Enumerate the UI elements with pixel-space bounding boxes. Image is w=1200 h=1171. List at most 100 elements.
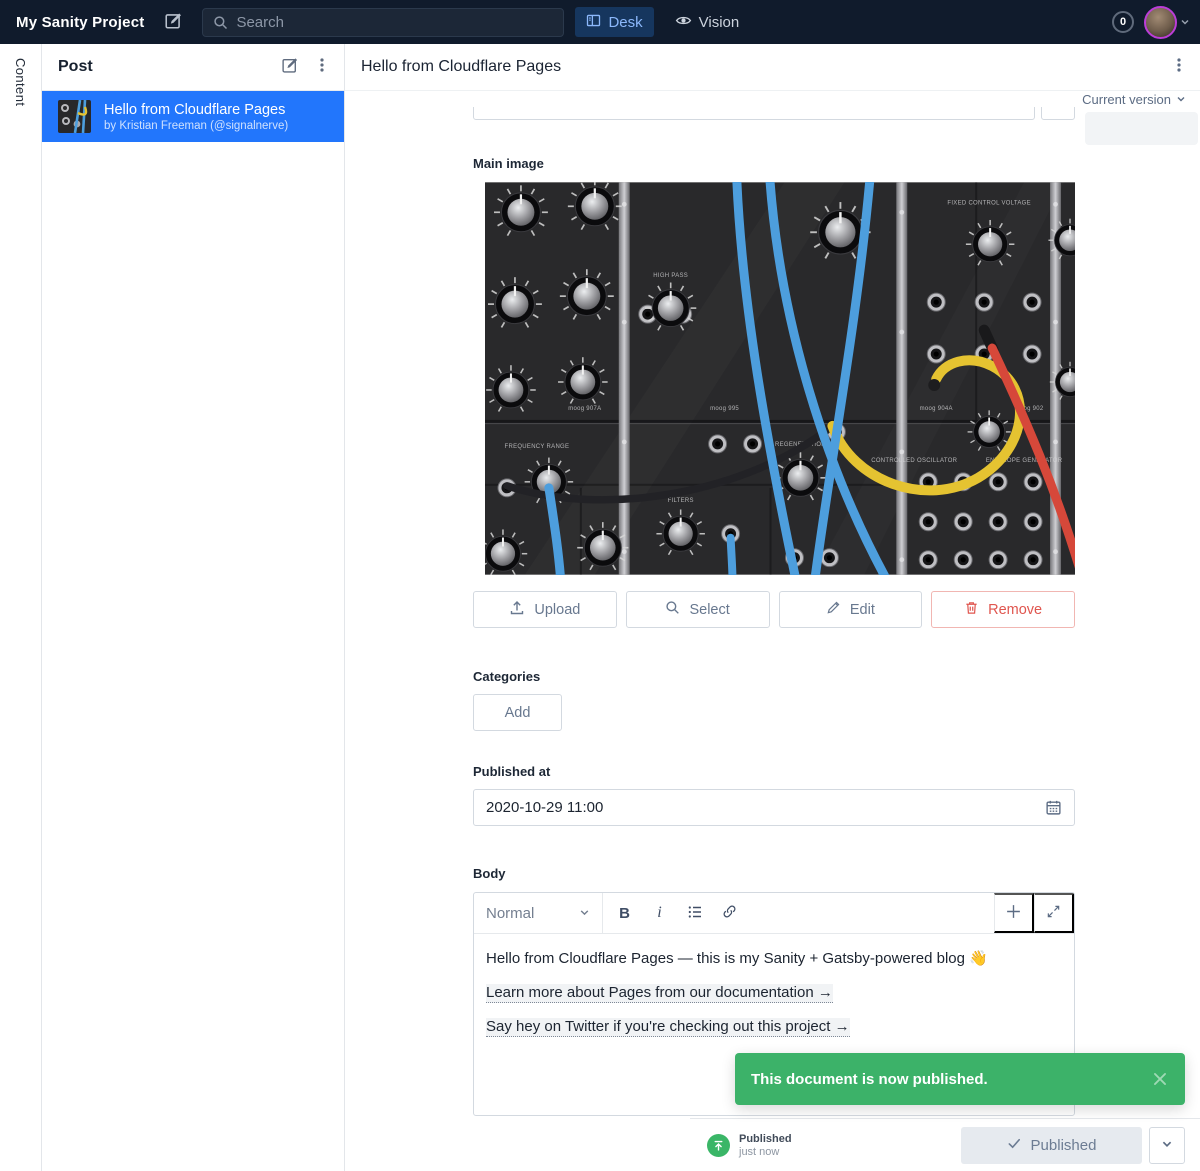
new-document-button[interactable] xyxy=(164,11,183,33)
body-link[interactable]: Say hey on Twitter if you're checking ou… xyxy=(486,1018,850,1037)
published-at-input[interactable] xyxy=(473,789,1075,826)
clipped-text-input[interactable] xyxy=(473,107,1035,120)
svg-text:FREQUENCY RANGE: FREQUENCY RANGE xyxy=(505,444,570,450)
main-image[interactable]: HIGH PASS FIXED CONTROL VOLTAGE moog 907A m… xyxy=(485,182,1075,575)
body-label: Body xyxy=(473,866,1075,881)
document-menu-dots-icon[interactable] xyxy=(1172,57,1186,78)
clipped-field-button[interactable] xyxy=(1041,107,1075,120)
trash-icon xyxy=(964,600,979,619)
notification-badge[interactable]: 0 xyxy=(1112,11,1134,33)
svg-text:CONTROLLED OSCILLATOR: CONTROLLED OSCILLATOR xyxy=(871,458,957,464)
tab-desk[interactable]: Desk xyxy=(575,7,653,37)
toolbar-spacer xyxy=(747,893,994,933)
remove-button[interactable]: Remove xyxy=(931,591,1075,628)
bullet-list-icon xyxy=(687,904,703,923)
clipped-field-row xyxy=(473,107,1075,120)
publish-menu-button[interactable] xyxy=(1149,1127,1185,1164)
italic-button[interactable]: i xyxy=(642,893,677,934)
main-image-label: Main image xyxy=(473,156,1075,171)
document-header: Hello from Cloudflare Pages xyxy=(345,44,1200,91)
block-style-select[interactable]: Normal xyxy=(474,893,603,933)
editor-content[interactable]: Hello from Cloudflare Pages — this is my… xyxy=(474,934,1074,1051)
publish-button[interactable]: Published xyxy=(961,1127,1142,1164)
chevron-down-icon xyxy=(579,905,590,922)
post-list-panel: Post Hello from Cloudflare Pages by Kris… xyxy=(42,44,345,1171)
tab-desk-label: Desk xyxy=(608,14,642,31)
edit-label: Edit xyxy=(850,602,875,618)
compose-icon[interactable] xyxy=(281,56,299,79)
svg-text:FIXED CONTROL VOLTAGE: FIXED CONTROL VOLTAGE xyxy=(947,200,1030,206)
svg-text:moog 904A: moog 904A xyxy=(920,406,953,412)
toast-published: This document is now published. xyxy=(735,1053,1185,1105)
editor-toolbar: Normal B i xyxy=(474,893,1074,934)
document-title: Hello from Cloudflare Pages xyxy=(361,58,1172,76)
content-rail-label[interactable]: Content xyxy=(13,58,28,1171)
published-at-field[interactable] xyxy=(486,799,1045,816)
close-icon[interactable] xyxy=(1151,1070,1169,1088)
sanity-studio: My Sanity Project Desk Vision 0 xyxy=(0,0,1200,1171)
body-paragraph: Learn more about Pages from our document… xyxy=(486,982,1062,1004)
bold-button[interactable]: B xyxy=(607,893,642,934)
search-input[interactable] xyxy=(202,8,564,37)
desk-icon xyxy=(586,13,601,32)
svg-text:FILTERS: FILTERS xyxy=(668,498,694,504)
publish-meta: Published just now xyxy=(739,1133,792,1158)
search-field[interactable] xyxy=(236,14,553,31)
post-thumbnail xyxy=(58,100,91,133)
compose-icon xyxy=(164,11,183,33)
toast-message: This document is now published. xyxy=(751,1071,1151,1088)
svg-text:moog 995: moog 995 xyxy=(710,406,739,412)
format-buttons: B i xyxy=(603,893,747,933)
post-list-title: Post xyxy=(58,58,265,76)
main-image-svg: HIGH PASS FIXED CONTROL VOLTAGE moog 907A m… xyxy=(485,182,1075,575)
calendar-icon[interactable] xyxy=(1045,799,1062,816)
post-list-header: Post xyxy=(42,44,344,91)
add-category-button[interactable]: Add xyxy=(473,694,562,731)
tab-vision[interactable]: Vision xyxy=(664,7,751,37)
image-actions: Upload Select Edit Remove xyxy=(473,591,1075,628)
link-icon xyxy=(722,904,737,922)
svg-text:HIGH PASS: HIGH PASS xyxy=(653,273,688,279)
bullet-list-button[interactable] xyxy=(677,893,712,934)
insert-block-button[interactable] xyxy=(994,893,1034,933)
eye-icon xyxy=(675,12,692,33)
categories-label: Categories xyxy=(473,669,1075,684)
document-form-scroll[interactable]: Main image xyxy=(345,107,1200,1118)
edit-button[interactable]: Edit xyxy=(779,591,923,628)
published-at-label: Published at xyxy=(473,764,1075,779)
block-style-value: Normal xyxy=(486,905,534,922)
navbar: My Sanity Project Desk Vision 0 xyxy=(0,0,1200,44)
svg-text:moog 907A: moog 907A xyxy=(568,406,601,412)
check-icon xyxy=(1007,1136,1022,1155)
list-item-post[interactable]: Hello from Cloudflare Pages by Kristian … xyxy=(42,91,344,142)
publish-time: just now xyxy=(739,1146,792,1158)
post-item-text: Hello from Cloudflare Pages by Kristian … xyxy=(104,102,288,132)
body-link[interactable]: Learn more about Pages from our document… xyxy=(486,984,833,1003)
publish-status-label: Published xyxy=(739,1133,792,1145)
version-label: Current version xyxy=(1082,92,1171,107)
fullscreen-button[interactable] xyxy=(1034,893,1074,933)
chevron-down-icon xyxy=(1161,1138,1173,1153)
document-pane: Hello from Cloudflare Pages Current vers… xyxy=(345,44,1200,1171)
version-selector[interactable]: Current version xyxy=(345,91,1200,107)
body-paragraph[interactable]: Hello from Cloudflare Pages — this is my… xyxy=(486,948,1062,970)
version-popover-surface xyxy=(1085,112,1198,145)
chevron-down-icon xyxy=(1176,92,1186,107)
link-button[interactable] xyxy=(712,893,747,934)
upload-label: Upload xyxy=(534,602,580,618)
avatar[interactable] xyxy=(1144,6,1177,39)
document-form: Main image xyxy=(473,107,1075,1116)
upload-button[interactable]: Upload xyxy=(473,591,617,628)
project-title: My Sanity Project xyxy=(16,14,144,31)
publish-button-label: Published xyxy=(1031,1137,1097,1154)
select-button[interactable]: Select xyxy=(626,591,770,628)
chevron-down-icon[interactable] xyxy=(1180,17,1190,27)
menu-dots-icon[interactable] xyxy=(315,57,329,78)
publish-status-icon xyxy=(707,1134,730,1157)
select-label: Select xyxy=(689,602,729,618)
search-icon xyxy=(213,15,228,30)
upload-icon xyxy=(509,600,525,620)
remove-label: Remove xyxy=(988,602,1042,618)
search-icon xyxy=(665,600,680,619)
pencil-icon xyxy=(826,600,841,619)
